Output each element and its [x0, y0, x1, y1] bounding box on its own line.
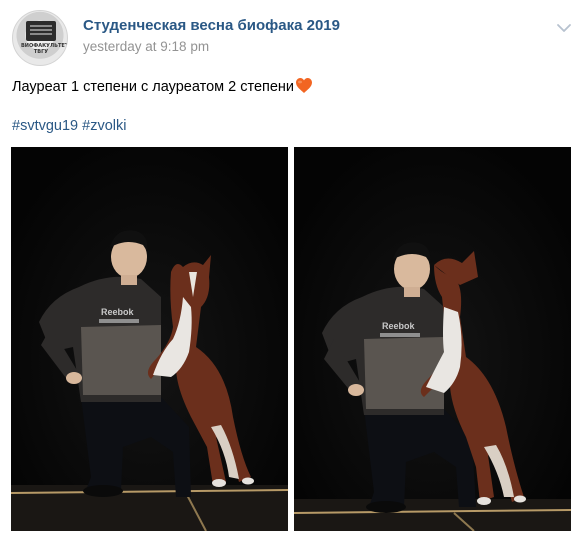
photo-dog-licking-man-icon: Reebok [294, 147, 571, 531]
post-photo-2[interactable]: Reebok [294, 147, 571, 531]
post-timestamp[interactable]: yesterday at 9:18 pm [83, 39, 209, 54]
post-header: ВИОФАКУЛЬТЕТ ТВГУ Студенческая весна био… [10, 8, 576, 66]
avatar-caption: ВИОФАКУЛЬТЕТ ТВГУ [21, 43, 68, 55]
post-text: Лауреат 1 степени с лауреатом 2 степени [12, 77, 313, 98]
post-author[interactable]: Студенческая весна биофака 2019 [83, 17, 340, 34]
post-photo-1[interactable]: Reebok [11, 147, 288, 531]
photo-shirt-text: Reebok [382, 321, 416, 331]
photo-shirt-text: Reebok [101, 307, 135, 317]
hashtag-link[interactable]: #zvolki [82, 118, 126, 134]
post-menu-chevron-icon[interactable] [554, 18, 574, 38]
avatar[interactable]: ВИОФАКУЛЬТЕТ ТВГУ [12, 10, 68, 66]
orange-heart-icon [295, 77, 313, 98]
wall-post: ВИОФАКУЛЬТЕТ ТВГУ Студенческая весна био… [0, 0, 586, 548]
hashtag-link[interactable]: #svtvgu19 [12, 118, 78, 134]
post-text-content: Лауреат 1 степени с лауреатом 2 степени [12, 79, 295, 95]
post-hashtags: #svtvgu19 #zvolki [12, 118, 126, 134]
photo-man-with-dog-icon: Reebok [11, 147, 288, 531]
avatar-logo-icon [26, 21, 56, 41]
